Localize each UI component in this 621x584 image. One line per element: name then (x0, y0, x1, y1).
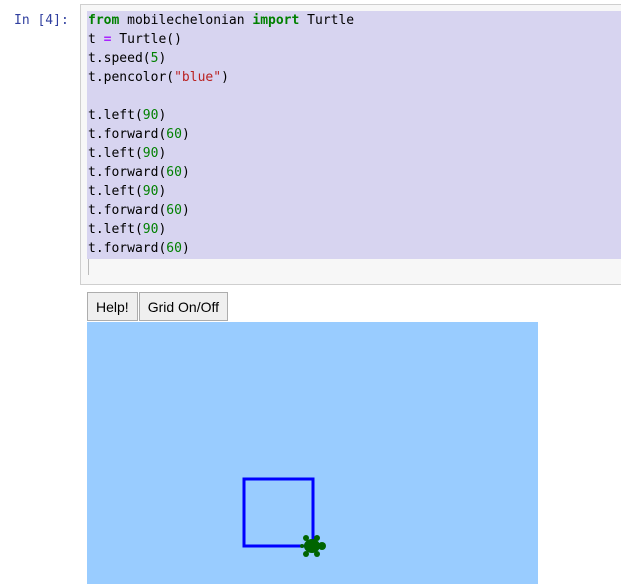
code-token: 90 (142, 108, 159, 123)
code-token: ) (221, 70, 229, 85)
code-token: t.forward( (88, 241, 167, 256)
code-token: t.forward( (88, 127, 167, 142)
code-line: t.forward(60) (88, 125, 354, 144)
code-line: t.speed(5) (88, 49, 354, 68)
code-token: from (88, 13, 120, 28)
code-token: t.left( (88, 184, 143, 199)
code-token: Turtle (299, 13, 355, 28)
code-line: t.pencolor("blue") (88, 68, 354, 87)
turtle-canvas (87, 322, 538, 584)
input-prompt: In [4]: (14, 13, 69, 28)
code-token: ) (158, 184, 167, 199)
code-token: ) (181, 127, 190, 142)
code-token: Turtle() (111, 32, 182, 47)
code-token: t.left( (88, 146, 143, 161)
notebook-cell: In [4]: from mobilechelonian import Turt… (0, 0, 621, 584)
code-token: 60 (166, 203, 182, 218)
code-token: t.pencolor( (88, 70, 175, 85)
code-token: t.speed( (88, 51, 151, 66)
code-line: t.forward(60) (88, 201, 354, 220)
code-token: "blue" (174, 70, 222, 85)
code-token: ) (158, 108, 167, 123)
code-token: ) (158, 146, 167, 161)
code-token: 60 (166, 241, 182, 256)
code-token: 90 (142, 146, 159, 161)
code-line: t.left(90) (88, 144, 354, 163)
code-token: t.forward( (88, 165, 167, 180)
drawn-square-path (242, 477, 315, 548)
help-button[interactable]: Help! (87, 292, 138, 321)
code-token: 60 (166, 165, 182, 180)
code-line: from mobilechelonian import Turtle (88, 11, 354, 30)
code-token: ) (158, 222, 167, 237)
code-token: 90 (142, 222, 159, 237)
code-token: ) (158, 51, 167, 66)
code-line: t.left(90) (88, 182, 354, 201)
code-editor[interactable]: from mobilechelonian import Turtle t = Tu… (88, 11, 354, 258)
grid-toggle-button[interactable]: Grid On/Off (138, 292, 229, 321)
code-line: t.left(90) (88, 106, 354, 125)
code-token: t.forward( (88, 203, 167, 218)
code-token: ) (181, 165, 190, 180)
turtle-drawing (242, 477, 326, 557)
text-cursor (88, 259, 89, 275)
code-token: t.left( (88, 222, 143, 237)
code-line: t.forward(60) (88, 239, 354, 258)
code-token: 60 (166, 127, 182, 142)
code-line: t = Turtle() (88, 30, 354, 49)
code-line: t.left(90) (88, 220, 354, 239)
code-token: 90 (142, 184, 159, 199)
code-token: t.left( (88, 108, 143, 123)
code-line: t.forward(60) (88, 163, 354, 182)
turtle-widget-toolbar: Help! Grid On/Off (87, 292, 229, 321)
code-token: ) (181, 241, 190, 256)
code-token: mobilechelonian (119, 13, 253, 28)
code-token: t (88, 32, 104, 47)
code-token: ) (181, 203, 190, 218)
code-token: import (252, 13, 300, 28)
